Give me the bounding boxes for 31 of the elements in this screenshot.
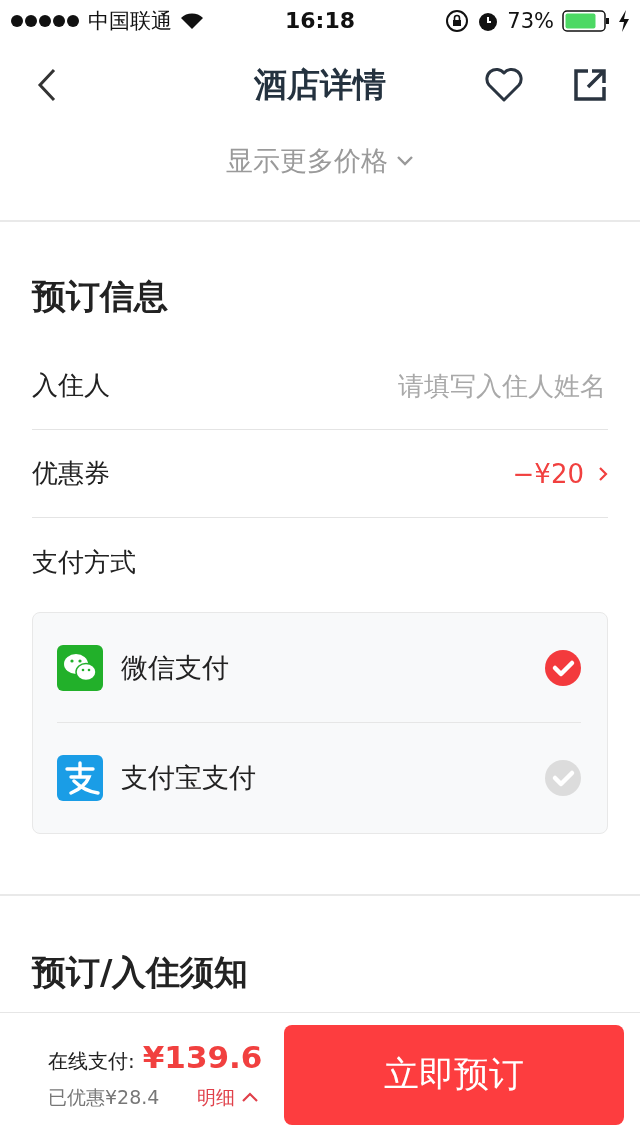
section-heading: 预订信息 (32, 275, 169, 318)
book-now-button[interactable]: 立即预订 (284, 1024, 624, 1125)
field-label: 入住人 (32, 369, 110, 402)
check-icon[interactable] (545, 760, 581, 796)
field-label: 优惠券 (32, 457, 110, 490)
battery-icon (562, 10, 610, 32)
alipay-logo-icon (57, 755, 103, 801)
chevron-right-icon (598, 465, 608, 482)
wifi-icon (180, 12, 204, 30)
charging-icon (618, 10, 630, 32)
more-prices-button[interactable]: 显示更多价格 (220, 142, 420, 180)
signal-icon (10, 14, 80, 28)
payment-method-name: 支付宝支付 (121, 761, 257, 795)
status-time: 16:18 (284, 8, 356, 33)
field-label: 支付方式 (32, 545, 136, 579)
payment-method-name: 微信支付 (121, 650, 230, 685)
carrier-name: 中国联通 (88, 8, 172, 35)
chevron-up-icon (241, 1092, 260, 1103)
section-heading: 预订/入住须知 (32, 951, 250, 994)
alarm-clock-icon (477, 10, 500, 32)
page-title: 酒店详情 (254, 63, 386, 106)
discount-text: 已优惠¥28.4 (48, 1084, 160, 1110)
battery-percent: 73% (507, 9, 554, 33)
coupon-button[interactable]: −¥20 (512, 458, 608, 489)
total-price: ¥139.6 (142, 1038, 263, 1075)
rotation-lock-icon (445, 9, 470, 33)
online-pay-label: 在线支付: (48, 1047, 135, 1075)
details-button[interactable]: 明细 (197, 1084, 260, 1111)
chat-bubbles-icon (57, 644, 103, 691)
check-icon[interactable] (545, 649, 581, 686)
chevron-down-icon (396, 155, 414, 167)
